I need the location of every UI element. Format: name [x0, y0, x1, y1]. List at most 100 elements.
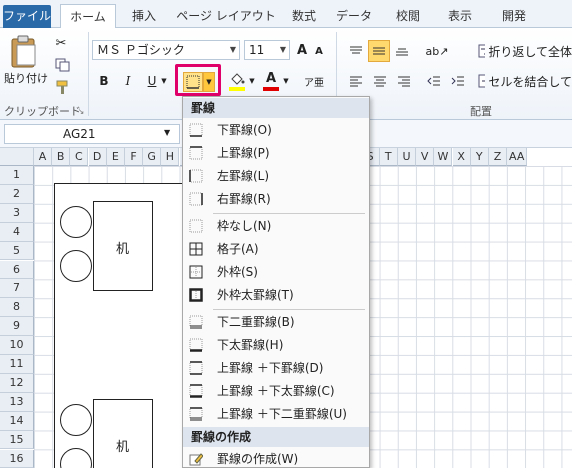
- menu-item-outside-borders[interactable]: 外枠(S): [183, 261, 369, 284]
- row-header[interactable]: 6: [0, 260, 34, 280]
- menu-item-top-thick-bottom-border[interactable]: 上罫線 ＋下太罫線(C): [183, 380, 369, 403]
- menu-item-thick-bottom-border[interactable]: 下太罫線(H): [183, 334, 369, 357]
- orientation-icon[interactable]: ab↗: [424, 42, 450, 60]
- menu-item-no-border[interactable]: 枠なし(N): [183, 215, 369, 238]
- grow-font-button[interactable]: A: [294, 40, 310, 60]
- row-header[interactable]: 14: [0, 411, 34, 431]
- row-header[interactable]: 9: [0, 317, 34, 337]
- select-all-corner[interactable]: [0, 148, 34, 166]
- align-center-icon[interactable]: [370, 72, 390, 90]
- row-header[interactable]: 11: [0, 355, 34, 374]
- column-header[interactable]: AA: [507, 148, 528, 166]
- menu-item-draw-border[interactable]: 罫線の作成(W): [183, 448, 369, 468]
- menu-item-right-border[interactable]: 右罫線(R): [183, 188, 369, 211]
- chevron-down-icon[interactable]: ▼: [164, 128, 170, 137]
- tab-file[interactable]: ファイル: [3, 5, 51, 28]
- row-header[interactable]: 16: [0, 449, 34, 468]
- menu-item-bottom-border[interactable]: 下罫線(O): [183, 119, 369, 142]
- align-right-icon[interactable]: [394, 72, 414, 90]
- phonetic-guide-icon[interactable]: ア亜: [304, 70, 324, 92]
- paste-button[interactable]: [6, 34, 42, 70]
- tab-developer[interactable]: 開発: [494, 4, 534, 28]
- tab-review[interactable]: 校閲: [388, 4, 428, 28]
- row-header[interactable]: 8: [0, 298, 34, 318]
- row-header[interactable]: 3: [0, 203, 34, 223]
- menu-item-label: 上罫線 ＋下二重罫線(U): [217, 407, 347, 421]
- column-header[interactable]: B: [52, 148, 71, 166]
- menu-item-label: 右罫線(R): [217, 192, 271, 206]
- align-top-icon[interactable]: [346, 42, 366, 60]
- font-color-button[interactable]: A: [262, 70, 280, 92]
- clipboard-group-label: クリップボード: [4, 105, 81, 118]
- tab-view[interactable]: 表示: [440, 4, 480, 28]
- menu-item-left-border[interactable]: 左罫線(L): [183, 165, 369, 188]
- align-bottom-icon[interactable]: [392, 42, 412, 60]
- menu-item-top-bottom-border[interactable]: 上罫線 ＋下罫線(D): [183, 357, 369, 380]
- tab-page-layout[interactable]: ページ レイアウト: [176, 4, 276, 28]
- column-header[interactable]: W: [434, 148, 453, 166]
- cut-icon[interactable]: ✂: [52, 34, 70, 52]
- column-header[interactable]: E: [106, 148, 125, 166]
- format-painter-icon[interactable]: [52, 78, 74, 96]
- menu-item-all-borders[interactable]: 格子(A): [183, 238, 369, 261]
- menu-item-label: 外枠太罫線(T): [217, 288, 294, 302]
- fill-color-button[interactable]: [228, 70, 246, 92]
- column-header[interactable]: F: [125, 148, 143, 166]
- tab-home[interactable]: ホーム: [60, 4, 116, 29]
- menu-item-top-double-bottom-border[interactable]: 上罫線 ＋下二重罫線(U): [183, 403, 369, 426]
- column-header[interactable]: D: [88, 148, 107, 166]
- decrease-indent-icon[interactable]: [424, 72, 444, 90]
- name-box-value: AG21: [63, 127, 96, 141]
- font-name-combo[interactable]: ＭＳ Ｐゴシック ▼: [92, 40, 240, 60]
- tab-data[interactable]: データ: [332, 4, 376, 28]
- column-header[interactable]: G: [143, 148, 162, 166]
- desk-shape[interactable]: 机: [93, 399, 153, 468]
- menu-item-label: 左罫線(L): [217, 169, 270, 183]
- tab-insert[interactable]: 挿入: [124, 4, 164, 28]
- column-header[interactable]: A: [34, 148, 52, 166]
- column-header[interactable]: V: [416, 148, 435, 166]
- align-left-icon[interactable]: [346, 72, 366, 90]
- column-header[interactable]: Z: [489, 148, 507, 166]
- column-header[interactable]: Y: [470, 148, 489, 166]
- row-header[interactable]: 13: [0, 392, 34, 412]
- chair-shape[interactable]: [60, 404, 92, 436]
- chevron-down-icon[interactable]: ▼: [160, 74, 168, 88]
- borders-dropdown-menu: 罫線 下罫線(O) 上罫線(P) 左罫線(L) 右罫線(R) 枠なし(N) 格子…: [182, 96, 370, 468]
- column-header[interactable]: H: [161, 148, 180, 166]
- paste-label[interactable]: 貼り付け: [4, 70, 48, 86]
- desk-shape[interactable]: 机: [93, 201, 153, 291]
- row-header[interactable]: 10: [0, 336, 34, 355]
- align-middle-icon[interactable]: [368, 40, 390, 62]
- wrap-text-button[interactable]: 折り返して全体: [478, 42, 572, 60]
- merge-center-button[interactable]: セルを結合して: [478, 72, 572, 90]
- menu-item-bottom-double-border[interactable]: 下二重罫線(B): [183, 311, 369, 334]
- row-header[interactable]: 7: [0, 279, 34, 299]
- row-header[interactable]: 12: [0, 373, 34, 393]
- bold-button[interactable]: B: [96, 72, 112, 90]
- column-header[interactable]: U: [398, 148, 416, 166]
- chevron-down-icon[interactable]: ▼: [282, 74, 290, 88]
- chair-shape[interactable]: [60, 250, 92, 282]
- underline-button[interactable]: U: [144, 72, 160, 90]
- increase-indent-icon[interactable]: [448, 72, 468, 90]
- shrink-font-button[interactable]: A: [312, 42, 326, 60]
- chevron-down-icon[interactable]: ▼: [248, 74, 256, 88]
- chair-shape[interactable]: [60, 206, 92, 238]
- row-header[interactable]: 1: [0, 166, 34, 185]
- tab-formulas[interactable]: 数式: [284, 4, 324, 28]
- font-size-combo[interactable]: 11 ▼: [244, 40, 290, 60]
- menu-item-thick-box-border[interactable]: 外枠太罫線(T): [183, 284, 369, 307]
- row-header[interactable]: 15: [0, 430, 34, 450]
- column-header[interactable]: X: [452, 148, 471, 166]
- italic-button[interactable]: I: [120, 72, 136, 90]
- row-header[interactable]: 4: [0, 222, 34, 242]
- column-header[interactable]: C: [70, 148, 89, 166]
- dialog-launcher-icon[interactable]: ↘: [76, 106, 86, 116]
- menu-item-top-border[interactable]: 上罫線(P): [183, 142, 369, 165]
- column-header[interactable]: T: [379, 148, 398, 166]
- name-box[interactable]: AG21: [4, 124, 180, 144]
- copy-icon[interactable]: [52, 56, 74, 74]
- row-header[interactable]: 2: [0, 184, 34, 204]
- row-header[interactable]: 5: [0, 241, 34, 261]
